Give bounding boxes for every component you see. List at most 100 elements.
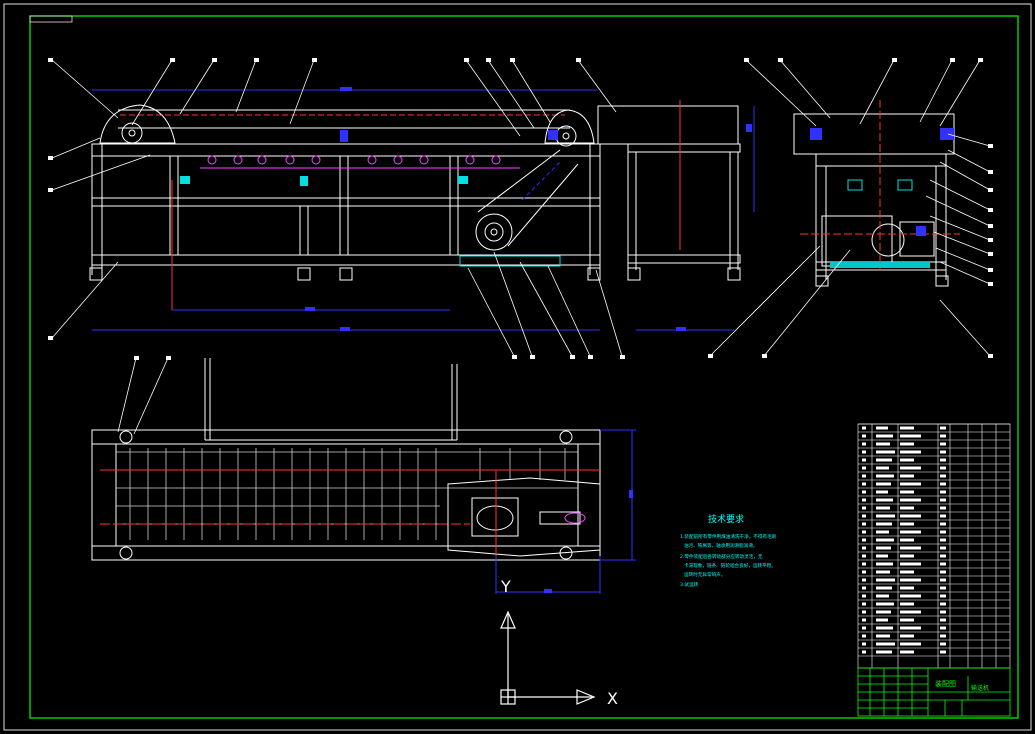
table-cell-glyph [940,514,946,518]
table-cell-glyph [862,458,866,462]
table-cell-glyph [876,474,894,478]
table-cell-glyph [876,642,895,646]
table-cell-glyph [940,546,946,550]
table-cell-glyph [862,602,866,606]
plan-view[interactable] [91,358,636,594]
table-cell-glyph [876,530,889,534]
table-cell-glyph [940,538,946,542]
table-cell-glyph [900,434,921,438]
table-cell-glyph [940,570,946,574]
table-cell-glyph [900,482,921,486]
table-cell-glyph [940,522,946,526]
table-cell-glyph [940,434,946,438]
table-cell-glyph [876,546,891,550]
table-cell-glyph [862,562,866,566]
table-cell-glyph [876,650,892,654]
table-cell-glyph [940,586,946,590]
table-cell-glyph [900,466,921,470]
table-cell-glyph [900,626,921,630]
table-cell-glyph [862,554,866,558]
table-cell-glyph [876,570,890,574]
table-cell-glyph [876,594,889,598]
front-view[interactable] [89,87,601,331]
table-cell-glyph [876,434,893,438]
title-block-drawing-name: 装配图 [935,679,956,688]
end-view[interactable] [793,100,960,287]
tech-note-1: 1.装配前所有零件用煤油清洗干净，不得有毛刺 [680,533,777,540]
table-cell-glyph [900,594,921,598]
table-cell-glyph [900,570,914,574]
ucs-axis-icon [500,610,596,705]
table-cell-glyph [900,562,921,566]
table-cell-glyph [900,538,914,542]
table-cell-glyph [940,474,946,478]
table-cell-glyph [862,490,866,494]
table-cell-glyph [862,570,866,574]
table-cell-glyph [862,506,866,510]
title-block[interactable] [857,667,1011,717]
table-cell-glyph [876,602,894,606]
table-cell-glyph [900,506,914,510]
front-view-leaders [48,58,625,359]
table-cell-glyph [940,562,946,566]
table-cell-glyph [876,562,893,566]
side-table-view[interactable] [597,100,755,331]
table-cell-glyph [862,578,866,582]
table-cell-glyph [940,602,946,606]
table-cell-glyph [876,506,890,510]
drawing-border [29,15,1019,719]
table-cell-glyph [900,474,914,478]
table-cell-glyph [940,618,946,622]
tech-requirements-title: 技术要求 [708,513,744,525]
table-cell-glyph [900,458,914,462]
table-cell-glyph [876,514,895,518]
table-cell-glyph [940,442,946,446]
table-cell-glyph [940,578,946,582]
table-cell-glyph [862,618,866,622]
tech-note-6: 3.试运转 [680,581,699,588]
table-cell-glyph [940,466,946,470]
table-cell-glyph [862,586,866,590]
table-cell-glyph [876,634,890,638]
table-cell-glyph [876,426,888,430]
table-cell-glyph [940,450,946,454]
table-cell-glyph [940,650,946,654]
table-cell-glyph [900,522,914,526]
tech-note-4: 卡滞现象，链条、链轮啮合良好，运转平稳。 [684,562,776,569]
table-cell-glyph [900,602,914,606]
table-cell-glyph [862,634,866,638]
table-cell-glyph [862,610,866,614]
table-cell-glyph [862,498,866,502]
table-cell-glyph [862,482,866,486]
table-cell-glyph [900,498,921,502]
table-cell-glyph [862,514,866,518]
axis-y-label: Y [500,577,511,596]
table-cell-glyph [876,586,892,590]
table-cell-glyph [940,490,946,494]
table-cell-glyph [940,426,946,430]
cad-drawing-canvas[interactable]: 技术要求 1.装配前所有零件用煤油清洗干净，不得有毛刺 油污、铁屑等，轴承用润滑… [0,0,1035,734]
table-cell-glyph [876,466,889,470]
table-cell-glyph [862,538,866,542]
table-cell-glyph [940,530,946,534]
tech-note-2: 油污、铁屑等，轴承用润滑脂润滑。 [684,542,758,549]
technical-requirements: 技术要求 1.装配前所有零件用煤油清洗干净，不得有毛刺 油污、铁屑等，轴承用润滑… [680,513,777,588]
table-cell-glyph [900,578,921,582]
table-cell-glyph [900,442,914,446]
table-cell-glyph [940,458,946,462]
table-cell-glyph [900,514,921,518]
table-cell-glyph [862,466,866,470]
table-cell-glyph [940,594,946,598]
table-cell-glyph [900,554,914,558]
table-cell-glyph [940,498,946,502]
corner-tab [29,15,73,23]
table-cell-glyph [862,626,866,630]
table-cell-glyph [862,642,866,646]
table-cell-glyph [862,474,866,478]
table-cell-glyph [876,490,888,494]
table-cell-glyph [876,578,895,582]
table-cell-glyph [862,426,866,430]
table-cell-glyph [862,522,866,526]
table-cell-glyph [900,426,914,430]
parts-list-table[interactable] [857,423,1011,669]
